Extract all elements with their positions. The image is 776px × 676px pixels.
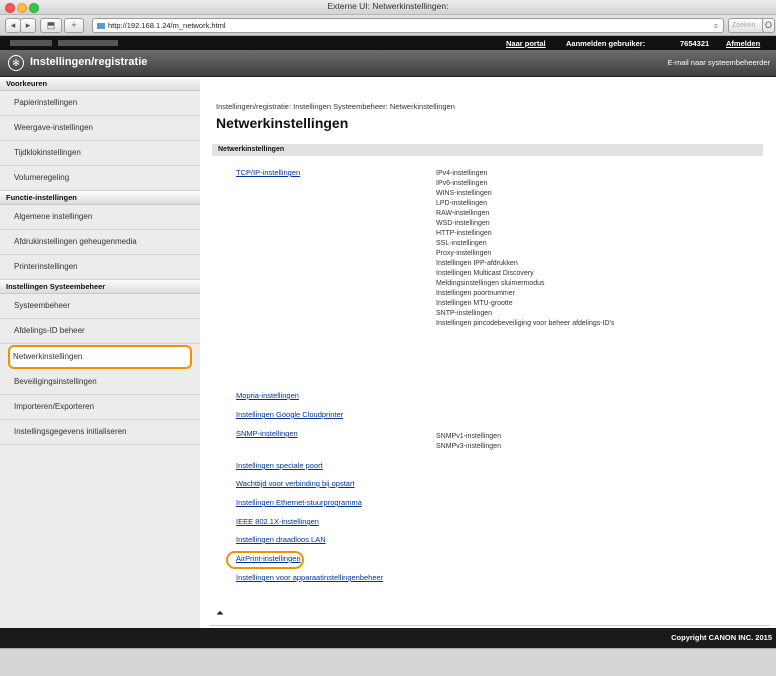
back-button[interactable]: ◂	[5, 18, 21, 33]
sub-item: Instellingen IPP-afdrukken	[436, 260, 518, 267]
sub-item: WINS-instellingen	[436, 190, 492, 197]
sidebar-item-initialiseren[interactable]: Instellingsgegevens initialiseren	[0, 420, 200, 445]
page-header: ✻ Instellingen/registratie E-mail naar s…	[0, 50, 776, 77]
back-to-top-icon[interactable]: ⏶	[216, 608, 224, 619]
login-user-label: Aanmelden gebruiker:	[566, 39, 646, 48]
section-heading: Netwerkinstellingen	[212, 144, 763, 156]
page-title: Netwerkinstellingen	[216, 115, 349, 131]
link-snmp[interactable]: SNMP-instellingen	[236, 429, 298, 438]
sidebar-item-afdelings-id[interactable]: Afdelings-ID beheer	[0, 319, 200, 344]
redacted-block	[10, 40, 52, 46]
link-ieee8021x[interactable]: IEEE 802.1X-instellingen	[236, 517, 319, 526]
reload-icon[interactable]: c	[714, 19, 718, 32]
sub-item: Proxy-instellingen	[436, 250, 492, 257]
sub-item: Instellingen Multicast Discovery	[436, 270, 534, 277]
logout-link[interactable]: Afmelden	[726, 39, 760, 48]
status-bar	[0, 648, 776, 676]
window-title: Externe UI: Netwerkinstellingen:	[327, 1, 449, 11]
sub-item: SNMPv1-instellingen	[436, 433, 501, 440]
sidebar-heading: Voorkeuren	[0, 77, 200, 91]
sidebar-heading: Functie-instellingen	[0, 191, 200, 205]
link-ethernet[interactable]: Instellingen Ethernet-stuurprogramma	[236, 498, 362, 507]
sidebar-item-beveiliging[interactable]: Beveiligingsinstellingen	[0, 370, 200, 395]
link-tcpip[interactable]: TCP/IP-instellingen	[236, 168, 300, 177]
sub-item: Meldingsinstellingen sluimermodus	[436, 280, 545, 287]
sub-item: Instellingen pincodebeveiliging voor beh…	[436, 320, 615, 327]
user-id: 7654321	[680, 39, 710, 48]
sidebar-item-netwerk[interactable]: Netwerkinstellingen	[8, 345, 192, 369]
link-draadloos-lan[interactable]: Instellingen draadloos LAN	[236, 535, 326, 544]
search-field[interactable]: Zoeken	[728, 18, 765, 33]
link-speciale-poort[interactable]: Instellingen speciale poort	[236, 461, 323, 470]
sidebar-item-afdruk-geheugenmedia[interactable]: Afdrukinstellingen geheugenmedia	[0, 230, 200, 255]
sub-item: Instellingen poortnummer	[436, 290, 515, 297]
sub-item: HTTP-instellingen	[436, 230, 492, 237]
share-icon[interactable]: ⬒	[40, 18, 62, 33]
browser-toolbar: ◂ ▸ ⬒ + http://192.168.1.24/m_network.ht…	[0, 15, 776, 36]
address-bar[interactable]: http://192.168.1.24/m_network.html c	[92, 18, 724, 33]
sidebar-item-weergave[interactable]: Weergave-instellingen	[0, 116, 200, 141]
sub-item: WSD-instellingen	[436, 220, 490, 227]
main-content: Instellingen/registratie: Instellingen S…	[200, 77, 776, 628]
sidebar-item-tijdklok[interactable]: Tijdklokinstellingen	[0, 141, 200, 166]
sub-item: Instellingen MTU-grootte	[436, 300, 513, 307]
portal-link[interactable]: Naar portal	[506, 39, 546, 48]
header-title: Instellingen/registratie	[30, 56, 148, 68]
sub-item: SNMPv3-instellingen	[436, 443, 501, 450]
link-apparaatinstellingenbeheer[interactable]: Instellingen voor apparaatinstellingenbe…	[236, 573, 383, 582]
user-bar: Naar portal Aanmelden gebruiker: 7654321…	[0, 36, 776, 50]
sub-item: IPv4-instellingen	[436, 170, 488, 177]
sidebar: Voorkeuren Papierinstellingen Weergave-i…	[0, 77, 200, 628]
sub-item: IPv6-instellingen	[436, 180, 488, 187]
sub-item: LPD-instellingen	[436, 200, 487, 207]
site-icon	[97, 23, 105, 30]
sidebar-heading: Instellingen Systeembeheer	[0, 280, 200, 294]
mail-admin-link[interactable]: E-mail naar systeembeheerder	[667, 58, 770, 67]
breadcrumb: Instellingen/registratie: Instellingen S…	[216, 102, 455, 111]
copyright: Copyright CANON INC. 2015	[671, 633, 772, 642]
reader-icon[interactable]: O	[762, 18, 775, 33]
forward-button[interactable]: ▸	[20, 18, 36, 33]
add-tab-button[interactable]: +	[64, 18, 84, 33]
sidebar-item-printer[interactable]: Printerinstellingen	[0, 255, 200, 280]
sub-item: SNTP-instellingen	[436, 310, 493, 317]
link-mopria[interactable]: Mopria-instellingen	[236, 391, 299, 400]
settings-logo-icon: ✻	[8, 55, 24, 71]
sidebar-item-volume[interactable]: Volumeregeling	[0, 166, 200, 191]
window-title-bar: Externe UI: Netwerkinstellingen:	[0, 0, 776, 15]
footer: Copyright CANON INC. 2015	[0, 628, 776, 648]
sidebar-item-papier[interactable]: Papierinstellingen	[0, 91, 200, 116]
sidebar-item-algemeen[interactable]: Algemene instellingen	[0, 205, 200, 230]
redacted-block	[58, 40, 118, 46]
link-google-cloudprinter[interactable]: Instellingen Google Cloudprinter	[236, 410, 343, 419]
url-text: http://192.168.1.24/m_network.html	[108, 21, 226, 30]
divider	[210, 625, 770, 626]
link-airprint[interactable]: AirPrint-instellingen	[236, 554, 301, 563]
sub-item: RAW-instellingen	[436, 210, 490, 217]
link-wachttijd[interactable]: Wachttijd voor verbinding bij opstart	[236, 479, 355, 488]
sidebar-item-import-export[interactable]: Importeren/Exporteren	[0, 395, 200, 420]
sidebar-item-systeembeheer[interactable]: Systeembeheer	[0, 294, 200, 319]
sub-item: SSL-instellingen	[436, 240, 487, 247]
